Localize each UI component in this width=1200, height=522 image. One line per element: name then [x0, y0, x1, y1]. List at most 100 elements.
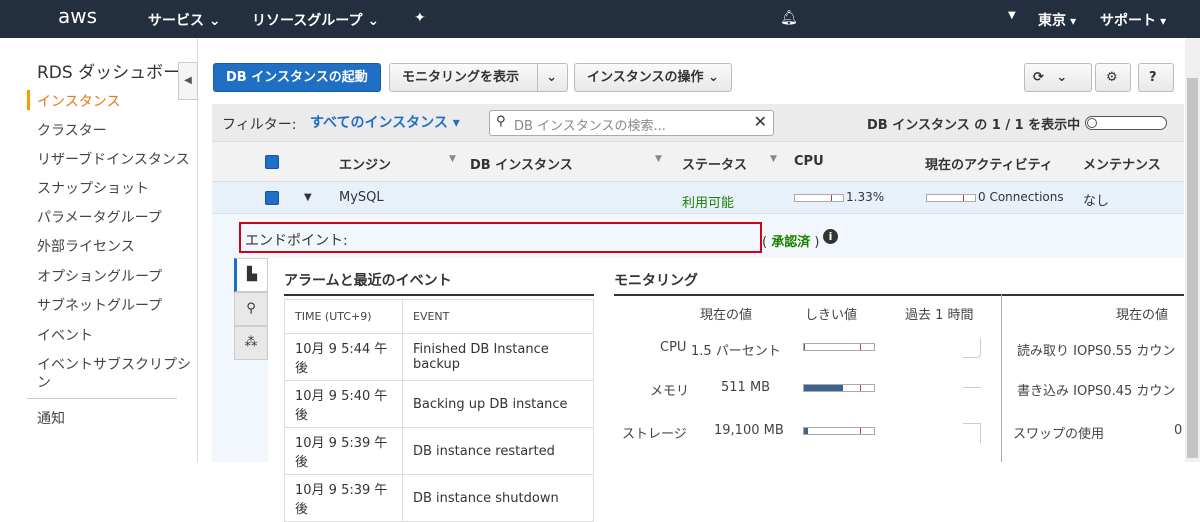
- metric-name: CPU: [660, 340, 687, 355]
- filter-label: フィルター:: [222, 117, 297, 133]
- header-current: 現在の値: [700, 308, 753, 323]
- table-header: エンジン ▼ DB インスタンス ▼ ステータス ▼ CPU 現在のアクティビテ…: [212, 142, 1184, 182]
- launch-instance-button[interactable]: DB インスタンスの起動: [213, 63, 381, 92]
- select-all-checkbox[interactable]: [265, 155, 279, 169]
- sidebar-item-licenses[interactable]: 外部ライセンス: [37, 236, 135, 256]
- alarms-section: アラームと最近のイベント TIME (UTC+9) EVENT 10月 9 5:4…: [284, 270, 594, 522]
- header-last-hour: 過去 1 時間: [905, 308, 974, 323]
- cpu-bar: [794, 194, 844, 202]
- sparkline-storage: [963, 423, 981, 443]
- aws-logo[interactable]: aws: [58, 4, 97, 28]
- help-button[interactable]: ?: [1138, 63, 1174, 92]
- sparkline-memory: [963, 387, 981, 388]
- metric-value: 1.5 パーセント: [691, 344, 781, 359]
- services-menu[interactable]: サービス ⌄: [148, 10, 221, 30]
- tab-alarms[interactable]: ▙: [234, 258, 268, 292]
- event-text: DB instance restarted: [402, 427, 594, 475]
- right-metric-value: 0: [1174, 423, 1183, 438]
- search-input[interactable]: ⚲ DB インスタンスの検索... ✕: [489, 110, 774, 136]
- sidebar-item-event-subscriptions-cont[interactable]: ン: [37, 372, 51, 392]
- right-metric: 読み取り IOPS0.55 カウン: [1017, 344, 1176, 359]
- activity-cell: 0 Connections: [978, 190, 1064, 204]
- filter-dropdown[interactable]: すべてのインスタンス ▾: [310, 112, 460, 132]
- info-icon[interactable]: i: [823, 229, 838, 244]
- sidebar-item-events[interactable]: イベント: [37, 325, 93, 345]
- refresh-button[interactable]: ⟳ ⌄: [1024, 63, 1092, 92]
- cpu-cell: 1.33%: [846, 190, 885, 204]
- sparkline-cpu: [963, 338, 981, 358]
- monitoring-title: モニタリング: [614, 270, 1184, 296]
- event-time: 10月 9 5:40 午後: [284, 380, 403, 428]
- table-row[interactable]: ▼ MySQL 利用可能 1.33% 0 Connections なし: [212, 182, 1184, 214]
- instance-count: DB インスタンス の 1 / 1 を表示中: [867, 118, 1081, 133]
- event-row: 10月 9 5:44 午後 Finished DB Instance backup: [284, 333, 594, 381]
- region-menu[interactable]: 東京 ▾: [1038, 10, 1076, 30]
- threshold-bar-memory: [803, 384, 875, 392]
- event-time: 10月 9 5:39 午後: [284, 427, 403, 475]
- monitoring-section: モニタリング 現在の値 しきい値 過去 1 時間 現在の値 CPU 1.5 パー…: [614, 270, 1184, 462]
- threshold-bar-storage: [803, 427, 875, 435]
- search-icon: ⚲: [496, 114, 506, 129]
- clear-search-icon[interactable]: ✕: [754, 112, 767, 131]
- event-text: Finished DB Instance backup: [402, 333, 594, 381]
- header-threshold: しきい値: [805, 308, 858, 323]
- endpoint-status: ( 承認済 ): [762, 235, 820, 250]
- filter-bar: フィルター: すべてのインスタンス ▾ ⚲ DB インスタンスの検索... ✕ …: [212, 104, 1184, 142]
- col-time: TIME (UTC+9): [284, 299, 403, 334]
- sidebar: RDS ダッシュボー インスタンス クラスター リザーブドインスタンス スナップ…: [0, 38, 198, 462]
- sidebar-item-parameter-groups[interactable]: パラメータグループ: [37, 207, 162, 227]
- col-db-instance[interactable]: DB インスタンス: [470, 154, 573, 173]
- expand-icon[interactable]: ▼: [304, 192, 312, 203]
- support-menu[interactable]: サポート ▾: [1100, 10, 1166, 30]
- row-checkbox[interactable]: [265, 191, 279, 205]
- sort-icon[interactable]: ▼: [655, 154, 662, 164]
- sidebar-item-snapshots[interactable]: スナップショット: [37, 178, 149, 198]
- endpoint-label: エンドポイント:: [245, 233, 348, 249]
- search-placeholder: DB インスタンスの検索...: [514, 119, 666, 134]
- col-cpu[interactable]: CPU: [794, 154, 824, 169]
- toggle-switch[interactable]: [1085, 116, 1167, 130]
- active-indicator: [27, 90, 30, 110]
- col-event: EVENT: [402, 299, 594, 334]
- pin-icon[interactable]: ✦: [414, 10, 426, 26]
- metric-name: ストレージ: [622, 427, 687, 442]
- top-nav: aws サービス ⌄ リソースグループ ⌄ ✦ 🔔︎ ▼ 東京 ▾ サポート ▾: [0, 0, 1200, 38]
- metric-value: 19,100 MB: [714, 423, 784, 438]
- metric-name: メモリ: [650, 384, 690, 399]
- tab-logs[interactable]: ⚲: [234, 292, 268, 326]
- events-table: TIME (UTC+9) EVENT 10月 9 5:44 午後 Finished …: [284, 299, 594, 522]
- sidebar-item-subnet-groups[interactable]: サブネットグループ: [37, 295, 162, 315]
- divider: [1001, 294, 1002, 462]
- status-cell: 利用可能: [682, 196, 735, 211]
- sidebar-item-notifications[interactable]: 通知: [37, 408, 65, 428]
- sort-icon[interactable]: ▼: [770, 154, 777, 164]
- event-row: 10月 9 5:39 午後 DB instance shutdown: [284, 474, 594, 522]
- sidebar-item-clusters[interactable]: クラスター: [37, 120, 107, 140]
- right-metric-name: スワップの使用: [1013, 427, 1105, 442]
- account-menu[interactable]: ▼: [1008, 10, 1016, 21]
- sidebar-item-reserved[interactable]: リザーブドインスタンス: [37, 149, 190, 169]
- threshold-bar-cpu: [803, 343, 875, 351]
- instance-actions-button[interactable]: インスタンスの操作 ⌄: [574, 63, 732, 92]
- scrollbar[interactable]: [1185, 38, 1200, 462]
- settings-button[interactable]: ⚙: [1095, 63, 1131, 92]
- sidebar-item-option-groups[interactable]: オプショングループ: [37, 266, 162, 286]
- alarms-title: アラームと最近のイベント: [284, 270, 594, 296]
- col-activity[interactable]: 現在のアクティビティ: [925, 154, 1053, 173]
- sidebar-item-event-subscriptions[interactable]: イベントサブスクリプシ: [37, 354, 191, 374]
- sidebar-item-instances[interactable]: インスタンス: [37, 91, 120, 111]
- show-monitoring-button[interactable]: モニタリングを表示 ⌄: [389, 63, 568, 92]
- event-row: 10月 9 5:39 午後 DB instance restarted: [284, 427, 594, 475]
- bell-icon[interactable]: 🔔︎: [780, 10, 798, 26]
- divider: [27, 398, 177, 399]
- sort-icon[interactable]: ▼: [449, 154, 456, 164]
- header-current-right: 現在の値: [1116, 308, 1169, 323]
- col-maintenance[interactable]: メンテナンス: [1083, 154, 1161, 173]
- event-row: 10月 9 5:40 午後 Backing up DB instance: [284, 380, 594, 428]
- metric-value: 511 MB: [721, 380, 771, 395]
- collapse-sidebar-button[interactable]: ◀: [178, 62, 198, 100]
- resource-groups-menu[interactable]: リソースグループ ⌄: [252, 10, 379, 30]
- col-status[interactable]: ステータス: [682, 154, 747, 173]
- col-engine[interactable]: エンジン: [339, 154, 391, 173]
- tab-topology[interactable]: ⁂: [234, 326, 268, 360]
